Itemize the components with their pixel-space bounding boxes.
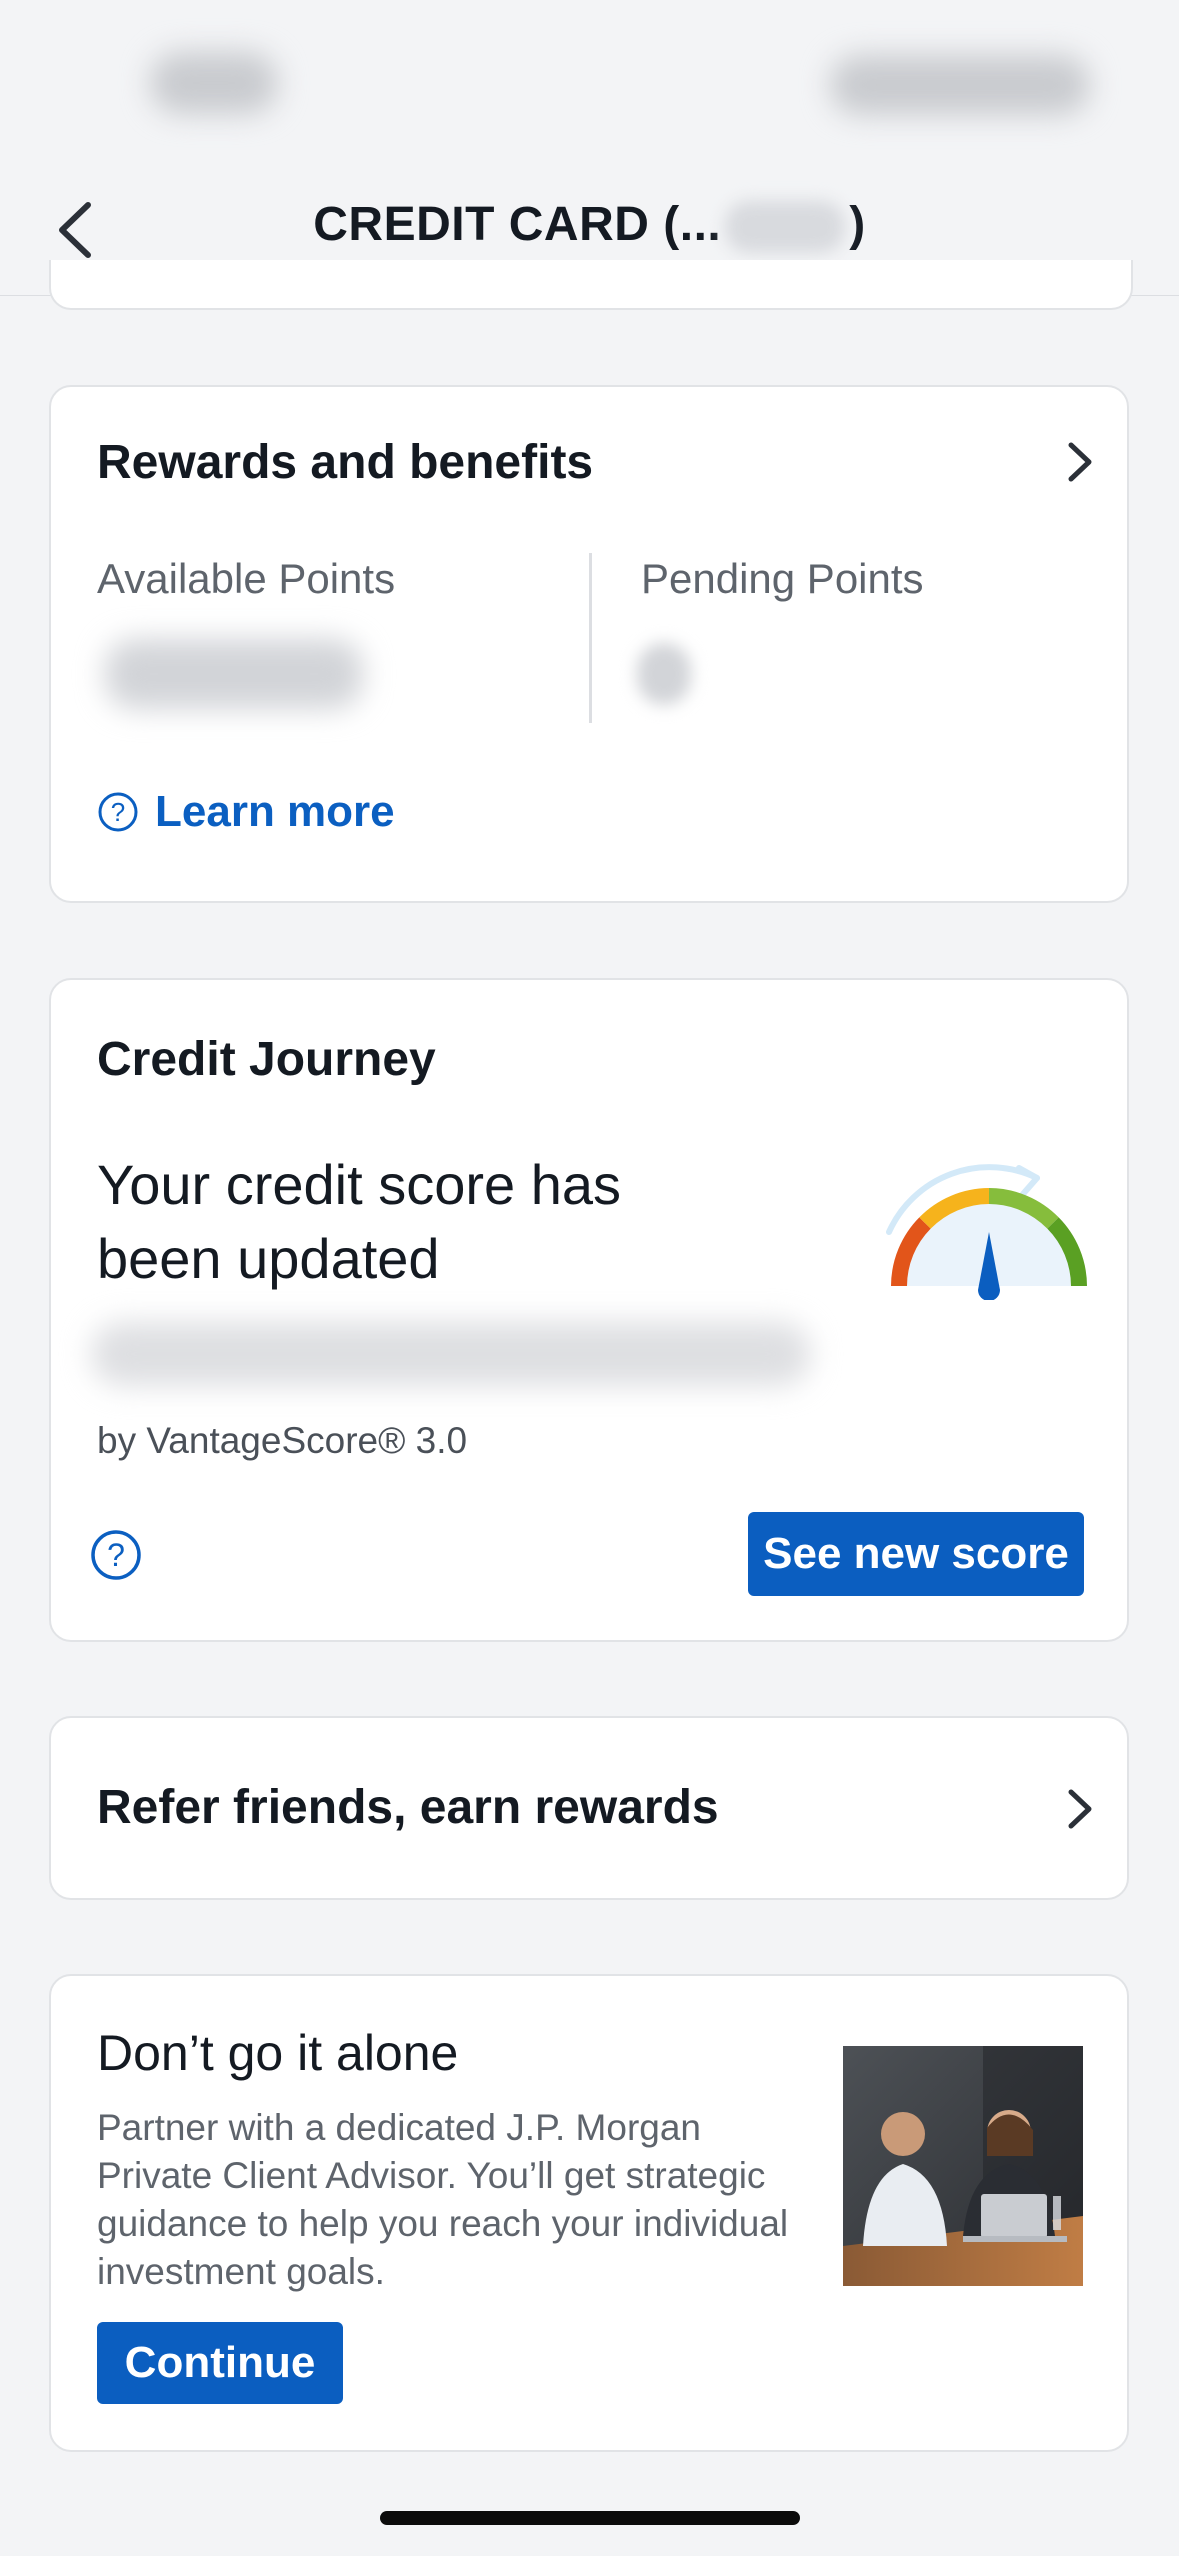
advisor-card: Don’t go it alone Partner with a dedicat… xyxy=(49,1974,1129,2452)
page-title: CREDIT CARD (...) xyxy=(0,197,1179,254)
advisor-body-line1: Partner with a dedicated J.P. Morgan xyxy=(97,2107,701,2148)
learn-more-label: Learn more xyxy=(155,787,395,836)
learn-more-link[interactable]: ? Learn more xyxy=(97,787,395,837)
pending-points-value-blurred xyxy=(637,643,691,705)
help-circle-icon: ? xyxy=(98,792,138,832)
advisor-body: Partner with a dedicated J.P. Morgan Pri… xyxy=(97,2104,867,2296)
page-title-suffix: ) xyxy=(849,198,866,251)
continue-button[interactable]: Continue xyxy=(97,2322,343,2404)
points-divider xyxy=(589,553,592,723)
refer-friends-card[interactable]: Refer friends, earn rewards xyxy=(49,1716,1129,1900)
help-circle-icon[interactable]: ? xyxy=(89,1528,143,1582)
available-points-value-blurred xyxy=(105,639,363,709)
pending-points-label: Pending Points xyxy=(641,555,924,602)
advisor-body-line4: investment goals. xyxy=(97,2251,385,2292)
rewards-card[interactable]: Rewards and benefits Available Points Pe… xyxy=(49,385,1129,903)
masked-account-number xyxy=(725,201,846,254)
home-indicator[interactable] xyxy=(380,2511,800,2525)
svg-text:?: ? xyxy=(111,797,125,827)
advisor-title: Don’t go it alone xyxy=(97,2025,459,2081)
advisor-photo xyxy=(843,2046,1083,2286)
credit-score-headline-line2: been updated xyxy=(97,1227,440,1290)
advisor-body-line2: Private Client Advisor. You’ll get strat… xyxy=(97,2155,766,2196)
credit-score-value-blurred xyxy=(91,1322,811,1386)
advisor-body-line3: guidance to help you reach your individu… xyxy=(97,2203,789,2244)
credit-gauge-icon xyxy=(886,1164,1087,1300)
svg-text:?: ? xyxy=(107,1537,125,1573)
rewards-title: Rewards and benefits xyxy=(97,436,594,489)
page-title-text: CREDIT CARD (... xyxy=(313,198,722,251)
chevron-right-icon xyxy=(1068,442,1092,482)
credit-score-source: by VantageScore® 3.0 xyxy=(97,1420,468,1461)
credit-score-headline: Your credit score has been updated xyxy=(97,1148,621,1296)
chevron-right-icon xyxy=(1068,1789,1092,1829)
status-icons-blurred xyxy=(830,55,1090,115)
refer-friends-title: Refer friends, earn rewards xyxy=(97,1781,719,1834)
credit-score-headline-line1: Your credit score has xyxy=(97,1153,621,1216)
status-bar xyxy=(0,0,1179,175)
see-new-score-button[interactable]: See new score xyxy=(748,1512,1084,1596)
credit-journey-card: Credit Journey Your credit score has bee… xyxy=(49,978,1129,1642)
previous-card-edge xyxy=(49,260,1133,310)
credit-journey-title: Credit Journey xyxy=(97,1033,436,1086)
available-points-label: Available Points xyxy=(97,555,396,602)
status-time-blurred xyxy=(150,52,278,114)
